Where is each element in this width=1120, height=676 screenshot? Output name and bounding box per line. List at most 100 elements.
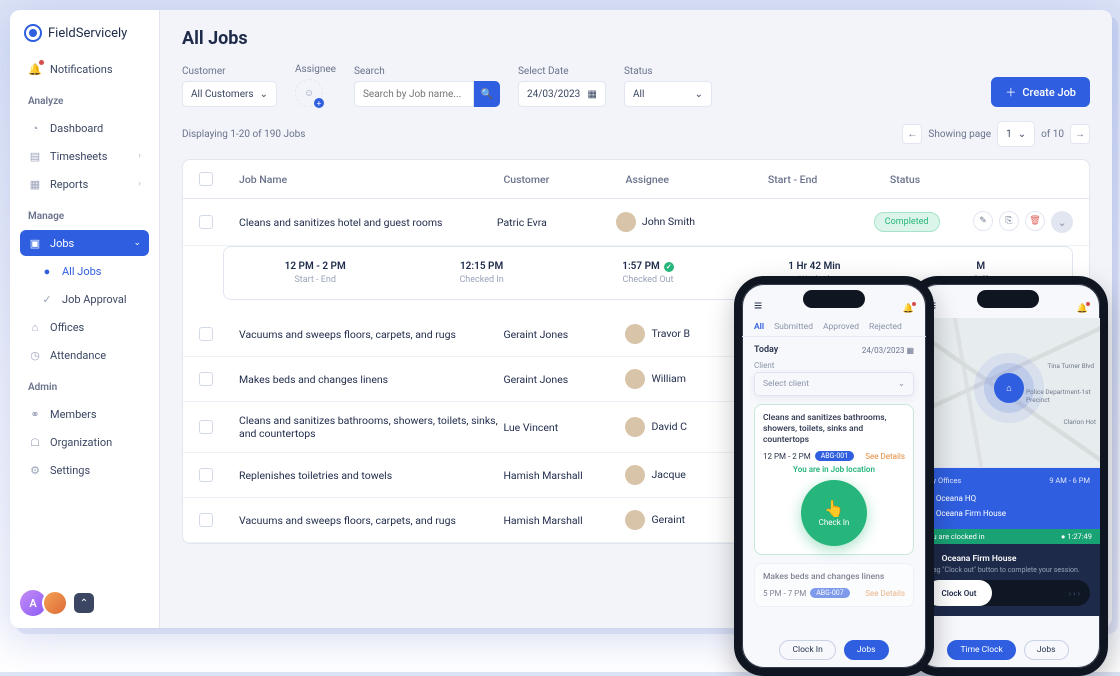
task-hint: Drag "Clock out" button to complete your… bbox=[926, 566, 1090, 574]
brand-name: Field bbox=[48, 26, 76, 41]
edit-button[interactable]: ✎ bbox=[973, 211, 993, 231]
row-checkbox[interactable] bbox=[199, 327, 213, 341]
delete-button[interactable]: 🗑 bbox=[1025, 211, 1045, 231]
tab-submitted[interactable]: Submitted bbox=[774, 322, 813, 332]
create-job-button[interactable]: ＋Create Job bbox=[991, 77, 1090, 107]
table-row[interactable]: Cleans and sanitizes hotel and guest roo… bbox=[183, 199, 1089, 246]
row-checkbox[interactable] bbox=[199, 468, 213, 482]
jobs-tab-button[interactable]: Jobs bbox=[844, 640, 889, 660]
job-card-upcoming[interactable]: Makes beds and changes linens 5 PM - 7 P… bbox=[754, 563, 914, 607]
phone-jobs-app: ≡ 🔔 All Submitted Approved Rejected Toda… bbox=[734, 276, 934, 676]
clockout-slider[interactable]: Clock Out ››› bbox=[926, 580, 1090, 606]
chevron-right-icon: › bbox=[138, 179, 141, 189]
reports-icon: ▦ bbox=[28, 177, 42, 191]
tab-approved[interactable]: Approved bbox=[823, 322, 859, 332]
timesheets-label: Timesheets bbox=[50, 150, 107, 163]
filter-status: Status All⌄ bbox=[624, 66, 712, 107]
job-name: Vacuums and sweeps floors, carpets, and … bbox=[239, 328, 503, 341]
map-view[interactable]: ⌂ Tina Turner Blvd Police Department-1st… bbox=[916, 318, 1100, 468]
col-time: Start - End bbox=[768, 173, 890, 186]
bell-icon[interactable]: 🔔 bbox=[903, 304, 914, 314]
sidebar-item-timesheets[interactable]: ▤ Timesheets › bbox=[20, 143, 149, 169]
pager-prev-button[interactable]: ← bbox=[902, 124, 922, 144]
org-icon: ☖ bbox=[28, 435, 42, 449]
sidebar-item-settings[interactable]: ⚙ Settings bbox=[20, 457, 149, 483]
clockout-handle[interactable]: Clock Out bbox=[926, 580, 992, 606]
detail-diff: M bbox=[900, 261, 1062, 272]
clockin-tab-button[interactable]: Clock In bbox=[779, 640, 835, 660]
timesheet-icon: ▤ bbox=[28, 149, 42, 163]
avatar-icon bbox=[625, 510, 645, 530]
row-checkbox[interactable] bbox=[199, 513, 213, 527]
status-select[interactable]: All⌄ bbox=[624, 81, 712, 107]
chevron-right-icon: › bbox=[138, 151, 141, 161]
row-checkbox[interactable] bbox=[199, 420, 213, 434]
see-details-link[interactable]: See Details bbox=[865, 589, 905, 598]
calendar-icon[interactable]: ▦ bbox=[906, 346, 914, 355]
sidebar-item-all-jobs[interactable]: ●All Jobs bbox=[20, 258, 149, 284]
job-assignee: William bbox=[651, 372, 685, 385]
check-icon: ✓ bbox=[40, 292, 54, 306]
filter-assignee: Assignee ☺ bbox=[295, 64, 336, 107]
create-job-label: Create Job bbox=[1022, 86, 1076, 99]
sidebar-item-jobs[interactable]: ▣Jobs⌄ bbox=[20, 230, 149, 256]
job-customer: Lue Vincent bbox=[503, 421, 625, 434]
checkin-button[interactable]: 👆Check In bbox=[801, 480, 867, 546]
job-card-active[interactable]: Cleans and sanitizes bathrooms, showers,… bbox=[754, 404, 914, 555]
duplicate-button[interactable]: ⎘ bbox=[999, 211, 1019, 231]
chevron-down-icon: ⌄ bbox=[260, 89, 268, 100]
sidebar-item-offices[interactable]: ⌂Offices bbox=[20, 314, 149, 340]
search-button[interactable]: 🔍 bbox=[474, 81, 500, 107]
job-customer: Hamish Marshall bbox=[503, 514, 625, 527]
col-name: Job Name bbox=[239, 173, 503, 186]
chevron-down-icon: ⌄ bbox=[898, 379, 905, 389]
task-title: Oceana Firm House bbox=[942, 554, 1017, 564]
row-actions: ✎ ⎘ 🗑 ⌄ bbox=[973, 211, 1073, 233]
pager-next-button[interactable]: → bbox=[1070, 124, 1090, 144]
job-card-time: 12 PM - 2 PM bbox=[763, 452, 811, 461]
sidebar-item-reports[interactable]: ▦Reports› bbox=[20, 171, 149, 197]
search-input[interactable] bbox=[354, 81, 474, 107]
user-icon: ☺ bbox=[302, 86, 316, 100]
sidebar-item-members[interactable]: ⚭Members bbox=[20, 401, 149, 427]
client-select[interactable]: Select client⌄ bbox=[754, 372, 914, 396]
assignee-add-button[interactable]: ☺ bbox=[295, 79, 323, 107]
avatar-icon bbox=[625, 465, 645, 485]
customer-select[interactable]: All Customers⌄ bbox=[182, 81, 277, 107]
timeclock-tab-button[interactable]: Time Clock bbox=[947, 640, 1015, 660]
pager-page-select[interactable]: 1⌄ bbox=[997, 121, 1035, 147]
tab-rejected[interactable]: Rejected bbox=[869, 322, 902, 332]
row-checkbox[interactable] bbox=[199, 372, 213, 386]
collapse-row-button[interactable]: ⌄ bbox=[1051, 211, 1073, 233]
office-item[interactable]: ●Oceana Firm House bbox=[926, 506, 1090, 521]
see-details-link[interactable]: See Details bbox=[865, 452, 905, 461]
pager-current: 1 bbox=[1006, 129, 1012, 140]
sidebar-item-organization[interactable]: ☖Organization bbox=[20, 429, 149, 455]
date-select[interactable]: 24/03/2023▦ bbox=[518, 81, 606, 107]
assignee-label: Assignee bbox=[295, 64, 336, 75]
status-badge: Completed bbox=[874, 212, 940, 232]
select-all-checkbox[interactable] bbox=[199, 172, 213, 186]
phone-footer: Time Clock Jobs bbox=[916, 640, 1100, 660]
phone-mockups: ≡ 🔔 All Submitted Approved Rejected Toda… bbox=[734, 276, 1108, 676]
users-icon: ⚭ bbox=[28, 407, 42, 421]
status-label: Status bbox=[624, 66, 712, 77]
hamburger-icon[interactable]: ≡ bbox=[754, 297, 762, 314]
job-name: Vacuums and sweeps floors, carpets, and … bbox=[239, 514, 503, 527]
sidebar-item-notifications[interactable]: 🔔 Notifications bbox=[20, 56, 149, 82]
avatar-secondary[interactable] bbox=[42, 590, 68, 616]
collapse-sidebar-button[interactable]: ⌃ bbox=[74, 593, 94, 613]
gear-icon: ⚙ bbox=[28, 463, 42, 477]
sidebar-item-dashboard[interactable]: ◔Dashboard bbox=[20, 115, 149, 141]
sidebar-item-job-approval[interactable]: ✓Job Approval bbox=[20, 286, 149, 312]
tab-all[interactable]: All bbox=[754, 322, 764, 332]
settings-label: Settings bbox=[50, 464, 90, 477]
app-logo: FieldServicely bbox=[20, 24, 149, 56]
chevron-down-icon: ⌄ bbox=[133, 238, 141, 248]
row-checkbox[interactable] bbox=[199, 215, 213, 229]
sidebar: FieldServicely 🔔 Notifications Analyze ◔… bbox=[10, 10, 160, 628]
sidebar-item-attendance[interactable]: ◷Attendance bbox=[20, 342, 149, 368]
bell-icon[interactable]: 🔔 bbox=[1077, 304, 1088, 314]
jobs-tab-button[interactable]: Jobs bbox=[1024, 640, 1069, 660]
office-item[interactable]: ●Oceana HQ bbox=[926, 491, 1090, 506]
